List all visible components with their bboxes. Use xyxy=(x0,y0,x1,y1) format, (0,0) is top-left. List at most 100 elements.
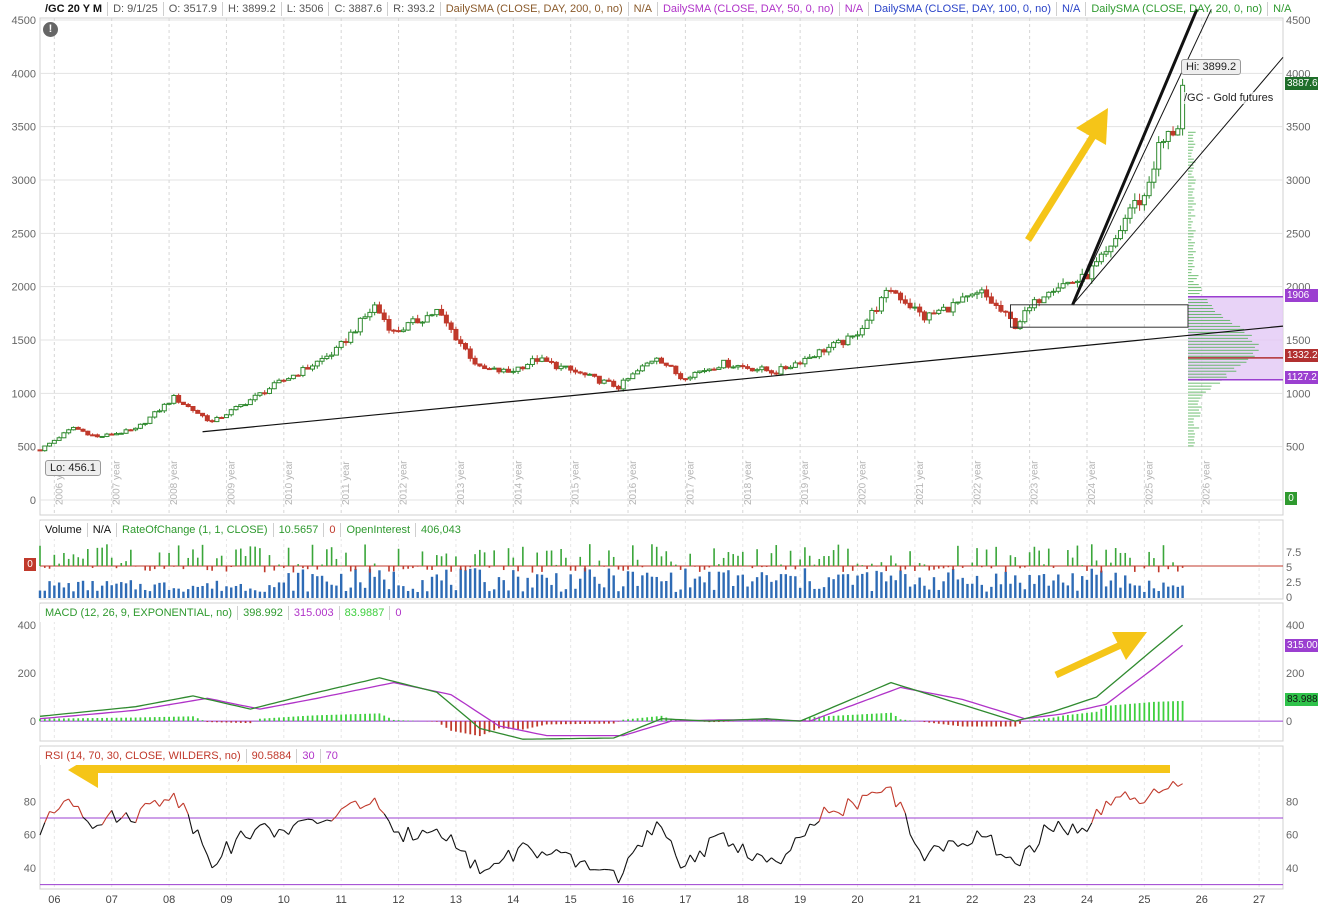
roc-bar xyxy=(837,544,840,566)
price-candle xyxy=(850,335,856,338)
volume-profile-bar xyxy=(1188,248,1194,250)
roc-bar xyxy=(134,566,137,567)
roc-label[interactable]: RateOfChange (1, 1, CLOSE) xyxy=(117,523,274,537)
rsi-label[interactable]: RSI (14, 70, 30, CLOSE, WILDERS, no) xyxy=(40,749,247,763)
price-candle xyxy=(826,346,832,353)
volume-profile-bar xyxy=(1188,313,1222,315)
time-axis-label: 26 xyxy=(1196,894,1208,906)
volume-profile-bar xyxy=(1188,221,1193,223)
volume-bar xyxy=(865,572,869,598)
sma20-label[interactable]: DailySMA (CLOSE, DAY, 20, 0, no) xyxy=(1086,2,1269,16)
volume-bar xyxy=(1119,587,1122,598)
volume-bar xyxy=(100,585,104,598)
roc-bar xyxy=(689,553,691,566)
price-candle xyxy=(1074,280,1080,284)
oi-label[interactable]: OpenInterest xyxy=(341,523,417,537)
volume-profile-bar xyxy=(1188,316,1224,318)
roc-bar xyxy=(469,566,472,568)
volume-bar xyxy=(1018,582,1022,598)
rsi-line-segment xyxy=(871,791,877,794)
price-candle xyxy=(1041,296,1047,304)
macd-diff-value: 83.9887 xyxy=(340,606,391,620)
price-candle xyxy=(66,429,72,434)
price-candle xyxy=(376,304,382,314)
roc-bar xyxy=(507,548,510,566)
symbol-label[interactable]: /GC 20 Y M xyxy=(40,2,109,16)
price-candle xyxy=(921,311,927,321)
volume-bar xyxy=(923,585,926,598)
price-candle xyxy=(941,306,947,311)
macd-histogram-bar xyxy=(641,717,644,722)
roc-bar xyxy=(96,547,99,566)
roc-bar xyxy=(1143,566,1146,569)
macd-histogram-bar xyxy=(225,721,228,723)
time-axis-label: 12 xyxy=(392,894,404,906)
roc-bar xyxy=(584,566,586,572)
volume-profile-bar xyxy=(1188,263,1193,265)
volume-bar xyxy=(861,573,864,598)
macd-histogram-bar xyxy=(1004,721,1007,727)
macd-label[interactable]: MACD (12, 26, 9, EXPONENTIAL, no) xyxy=(40,606,239,620)
volume-bar xyxy=(48,581,51,598)
volume-profile-bar xyxy=(1188,367,1235,369)
volume-profile-bar xyxy=(1188,251,1196,253)
macd-histogram-bar xyxy=(1019,721,1021,724)
roc-bar xyxy=(914,566,916,571)
year-label: 2017 year xyxy=(685,460,696,505)
roc-bar xyxy=(957,545,959,566)
high-label: H: 3899.2 xyxy=(223,2,282,16)
macd-histogram-bar xyxy=(980,721,983,727)
sma200-label[interactable]: DailySMA (CLOSE, DAY, 200, 0, no) xyxy=(441,2,629,16)
volume-bar xyxy=(1157,590,1160,598)
volume-bar xyxy=(851,584,854,598)
volume-bar xyxy=(430,576,434,598)
price-candle xyxy=(534,358,540,362)
volume-bar xyxy=(784,574,787,598)
price-candle xyxy=(855,334,861,337)
price-candle xyxy=(405,322,411,331)
chart-canvas[interactable]: 0050050010001000150015002000200025002500… xyxy=(0,0,1318,908)
volume-bar xyxy=(531,587,534,598)
volume-bar xyxy=(1138,585,1141,598)
roc-bar xyxy=(555,564,558,566)
price-candle xyxy=(1108,245,1114,253)
year-label: 2014 year xyxy=(513,460,524,505)
price-candle xyxy=(152,411,158,418)
volume-bar xyxy=(856,575,859,598)
sma100-value: N/A xyxy=(1057,2,1087,16)
volume-bar xyxy=(502,580,505,598)
volume-bar xyxy=(383,579,386,598)
price-candle xyxy=(1022,310,1028,323)
volume-bar xyxy=(378,570,381,598)
volume-bar xyxy=(1014,575,1017,598)
volume-bar xyxy=(708,571,711,598)
roc-bar xyxy=(388,566,390,572)
volume-profile-bar xyxy=(1188,197,1195,199)
volume-label[interactable]: Volume xyxy=(40,523,88,537)
sma100-label[interactable]: DailySMA (CLOSE, DAY, 100, 0, no) xyxy=(869,2,1058,16)
roc-bar xyxy=(479,549,481,566)
sma50-label[interactable]: DailySMA (CLOSE, DAY, 50, 0, no) xyxy=(658,2,840,16)
volume-bar xyxy=(669,572,673,598)
volume-bar xyxy=(469,568,472,598)
year-label: 2007 year xyxy=(112,460,123,505)
volume-bar xyxy=(918,577,921,598)
close-label: C: 3887.6 xyxy=(329,2,389,16)
price-candle xyxy=(988,296,994,304)
volume-bar xyxy=(301,569,305,598)
volume-bar xyxy=(980,584,984,598)
volume-profile-bar xyxy=(1188,224,1192,226)
macd-histogram-bar xyxy=(976,721,978,727)
macd-histogram-bar xyxy=(139,717,142,722)
roc-bar xyxy=(517,566,519,572)
volume-bar xyxy=(167,589,171,598)
macd-histogram-bar xyxy=(120,717,123,722)
macd-histogram-bar xyxy=(555,721,558,725)
year-label: 2011 year xyxy=(341,461,352,505)
volume-bar xyxy=(703,582,706,598)
volume-bar xyxy=(1124,575,1127,598)
alert-icon[interactable]: ! xyxy=(43,22,58,37)
macd-histogram-bar xyxy=(144,717,147,722)
roc-bar xyxy=(799,559,801,566)
price-candle xyxy=(429,314,435,317)
